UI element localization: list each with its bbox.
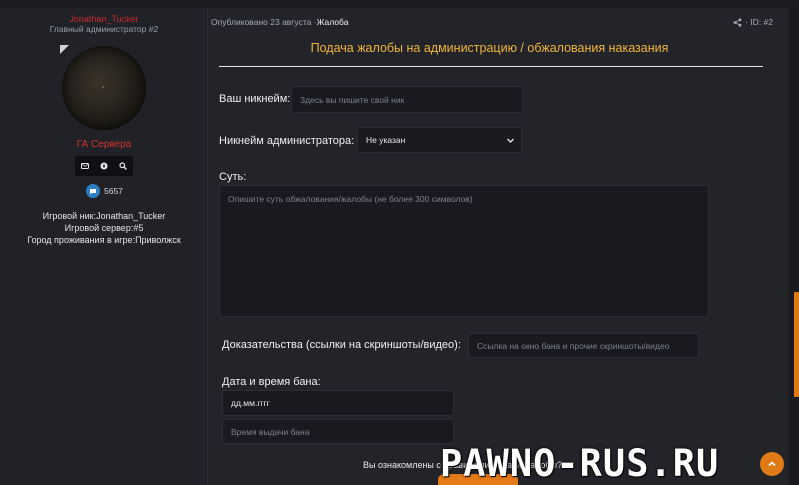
- user-rank: ГА Сервера: [76, 139, 132, 150]
- post-id[interactable]: · ID: #2: [733, 17, 773, 27]
- online-indicator-icon: [60, 45, 69, 54]
- arrow-up-icon: [768, 461, 776, 467]
- essence-label: Суть:: [219, 171, 247, 183]
- ban-date-input[interactable]: дд.мм.гггг: [222, 390, 454, 416]
- avatar-detail: [102, 86, 104, 88]
- nickname-input[interactable]: Здесь вы пишите свой ник: [291, 86, 523, 113]
- post-meta: Опубликовано 23 августа ·Жалоба: [211, 17, 348, 27]
- post-id-label: · ID: #2: [745, 17, 773, 27]
- city-row: Город проживания в игре:Приволжск: [0, 234, 208, 246]
- post-date[interactable]: 23 августа: [270, 17, 311, 27]
- game-nick-row: Игровой ник:Jonathan_Tucker: [0, 210, 208, 222]
- title-divider: [219, 66, 763, 67]
- game-server-value: #5: [133, 223, 144, 233]
- user-sidebar: Jonathan_Tucker Главный администратор #2…: [0, 8, 208, 485]
- admin-select-value: Не указан: [366, 135, 406, 145]
- top-bar: [0, 0, 799, 8]
- chevron-down-icon: [507, 138, 514, 143]
- game-server-label: Игровой сервер:: [64, 223, 134, 233]
- scroll-top-button[interactable]: [760, 452, 784, 476]
- share-icon[interactable]: [733, 17, 742, 27]
- compass-icon[interactable]: [99, 161, 109, 171]
- form-title: Подача жалобы на администрацию / обжалов…: [310, 41, 669, 55]
- message-count: 5657: [104, 186, 123, 196]
- nickname-label: Ваш никнейм:: [219, 93, 291, 105]
- city-label: Город проживания в игре:: [27, 235, 136, 245]
- avatar-image: [62, 46, 146, 130]
- message-stats: 5657: [86, 184, 123, 198]
- essence-textarea[interactable]: Опишите суть обжалования/жалобы (не боле…: [219, 185, 709, 317]
- game-nick-value: Jonathan_Tucker: [96, 211, 166, 221]
- evidence-input[interactable]: Ссылка на окно бана и прочие скриншоты/в…: [468, 333, 699, 358]
- ban-date-label: Дата и время бана:: [222, 376, 321, 388]
- post-content: Опубликовано 23 августа ·Жалоба · ID: #2…: [208, 8, 789, 485]
- watermark: PAWNO-RUS.RU: [440, 442, 720, 485]
- username[interactable]: Jonathan_Tucker: [0, 14, 208, 24]
- user-title: Главный администратор #2: [49, 24, 159, 34]
- game-nick-label: Игровой ник:: [42, 211, 97, 221]
- game-server-row: Игровой сервер:#5: [0, 222, 208, 234]
- search-icon[interactable]: [118, 161, 128, 171]
- speech-bubble-icon: [86, 184, 100, 198]
- avatar[interactable]: [60, 45, 146, 130]
- admin-select[interactable]: Не указан: [357, 127, 522, 153]
- published-prefix: Опубликовано: [211, 17, 268, 27]
- page-scrollbar-thumb[interactable]: [794, 292, 799, 397]
- user-actions: [75, 156, 133, 176]
- admin-label: Никнейм администратора:: [219, 135, 355, 147]
- ban-time-input[interactable]: Время выдачи бана: [222, 419, 454, 444]
- evidence-label: Доказательства (ссылки на скриншоты/виде…: [222, 339, 461, 351]
- thread-link[interactable]: Жалоба: [317, 17, 349, 27]
- page-scrollbar-track[interactable]: [789, 8, 799, 485]
- city-value: Приволжск: [135, 235, 181, 245]
- message-icon[interactable]: [80, 161, 90, 171]
